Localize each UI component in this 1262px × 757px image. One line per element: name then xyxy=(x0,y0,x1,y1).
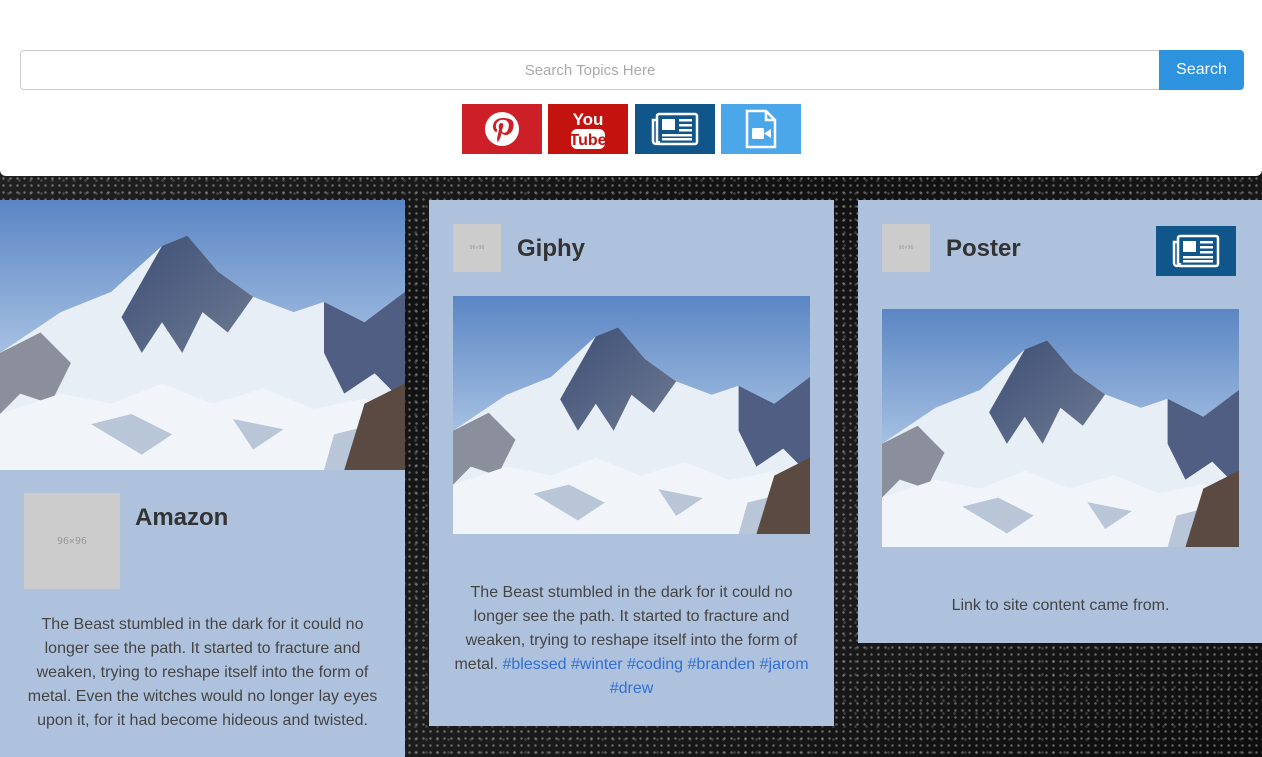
hashtag-link[interactable]: #blessed xyxy=(503,656,567,673)
pinterest-filter-button[interactable] xyxy=(462,104,542,154)
card-title: Giphy xyxy=(517,235,586,262)
avatar: 96×96 xyxy=(453,224,501,272)
newspaper-icon xyxy=(1172,234,1220,268)
card-description: The Beast stumbled in the dark for it co… xyxy=(453,581,810,701)
card-image xyxy=(0,200,405,470)
hashtag-link[interactable]: #branden xyxy=(688,656,756,673)
source-filter-bar: You Tube xyxy=(462,104,801,154)
video-filter-button[interactable] xyxy=(721,104,801,154)
avatar: 96×96 xyxy=(24,493,120,589)
youtube-icon: You Tube xyxy=(569,110,607,149)
hashtag-link[interactable]: #coding xyxy=(627,656,683,673)
card-title: Poster xyxy=(946,235,1021,262)
hashtag-link[interactable]: #jarom xyxy=(760,656,809,673)
search-bar: Search xyxy=(20,50,1244,90)
card-title: Amazon xyxy=(135,504,229,531)
news-type-badge xyxy=(1156,226,1236,276)
amazon-card[interactable]: 96×96 Amazon The Beast stumbled in the d… xyxy=(0,200,405,757)
card-image xyxy=(453,296,810,534)
svg-text:Tube: Tube xyxy=(569,132,606,149)
youtube-filter-button[interactable]: You Tube xyxy=(548,104,628,154)
header-panel: Search You Tube xyxy=(0,0,1262,176)
poster-card[interactable]: 96×96 Poster Link to site content came f… xyxy=(858,200,1262,643)
hashtag-link[interactable]: #drew xyxy=(610,680,654,697)
card-image xyxy=(882,309,1239,547)
newspaper-icon xyxy=(651,112,699,146)
svg-text:You: You xyxy=(573,110,604,129)
avatar: 96×96 xyxy=(882,224,930,272)
search-button[interactable]: Search xyxy=(1159,50,1244,90)
card-description: The Beast stumbled in the dark for it co… xyxy=(27,616,378,729)
video-file-icon xyxy=(745,109,777,149)
hashtag-link[interactable]: #winter xyxy=(571,656,623,673)
news-filter-button[interactable] xyxy=(635,104,715,154)
source-link-text[interactable]: Link to site content came from. xyxy=(882,594,1239,618)
pinterest-icon xyxy=(485,112,519,146)
giphy-card[interactable]: 96×96 Giphy The Beast stumbled in the da… xyxy=(429,200,834,726)
search-input[interactable] xyxy=(20,50,1159,90)
